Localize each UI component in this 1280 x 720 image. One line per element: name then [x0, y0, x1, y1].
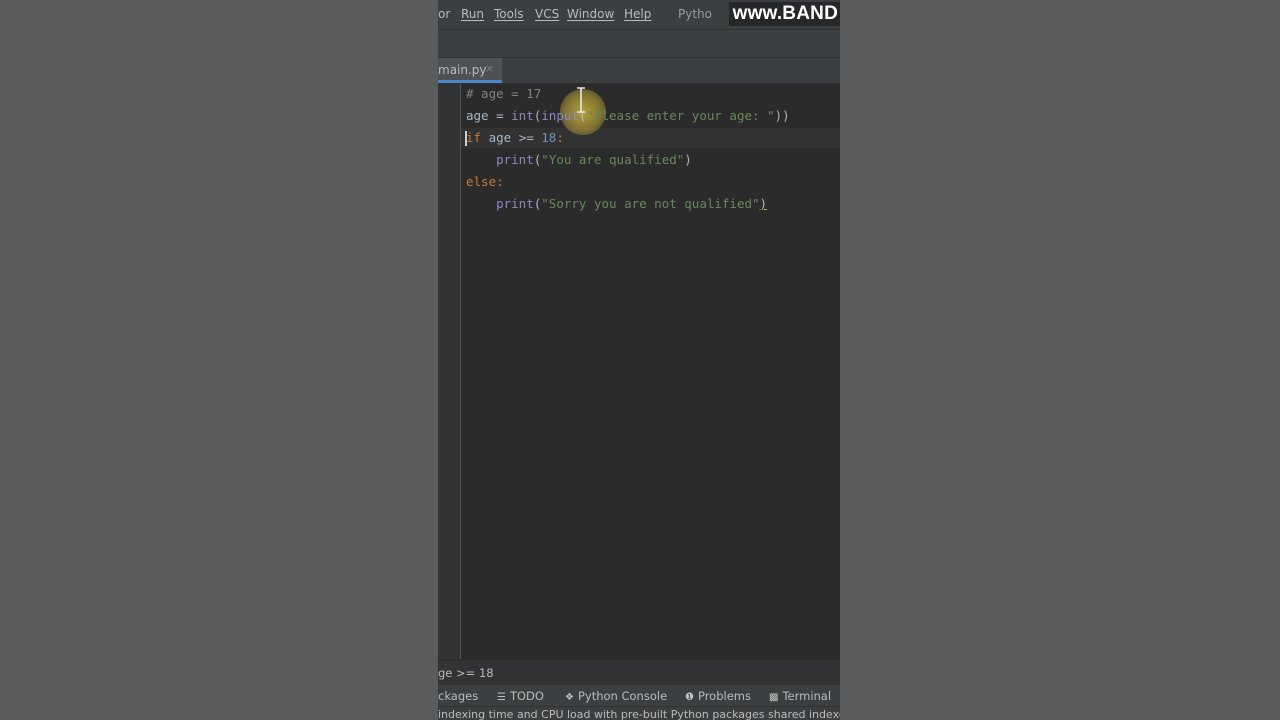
editor-tab-bar: main.py × — [438, 58, 840, 84]
menu-editor[interactable]: or — [438, 7, 450, 21]
string-token: "Please enter your age: " — [586, 108, 775, 123]
tool-window-bar: ckages ☰ TODO ❖ Python Console ❶ Problems ▩… — [438, 684, 840, 707]
builtin-token: print — [496, 196, 534, 211]
tool-window-python-console[interactable]: ❖ Python Console — [565, 689, 667, 703]
status-bar: indexing time and CPU load with pre-buil… — [438, 706, 840, 720]
project-title: Pytho — [678, 7, 712, 21]
menu-bar: or Run Tools VCS Window Help Pytho www.B… — [438, 0, 840, 30]
breadcrumb-bar: ge >= 18 — [438, 660, 840, 685]
paren-token: ) — [759, 196, 768, 211]
menu-run[interactable]: Run — [461, 7, 484, 21]
keyword-token: else — [466, 174, 497, 189]
python-console-label: Python Console — [577, 689, 668, 703]
menu-vcs[interactable]: VCS — [535, 7, 559, 21]
string-token: "You are qualified" — [541, 152, 685, 167]
builtin-token: input — [541, 108, 579, 123]
expression-token: age >= — [481, 130, 542, 145]
code-line-3: if age >= 18: — [466, 128, 564, 148]
line-number-gutter[interactable] — [438, 84, 461, 659]
code-line-1: # age = 17 — [466, 84, 541, 104]
operator-token: = — [488, 108, 512, 123]
colon-token: : — [496, 174, 504, 189]
colon-token: : — [556, 130, 564, 145]
info-icon: ❶ — [685, 692, 694, 703]
tool-window-terminal[interactable]: ▩ Terminal — [769, 689, 831, 703]
problems-label: Problems — [697, 689, 751, 703]
toolbar — [438, 30, 840, 58]
identifier-token: age — [466, 108, 489, 123]
code-line-6: print("Sorry you are not qualified") — [466, 194, 767, 214]
tool-window-problems[interactable]: ❶ Problems — [685, 689, 751, 703]
active-tab-indicator — [438, 80, 502, 83]
text-caret — [465, 131, 467, 146]
code-line-4: print("You are qualified") — [466, 150, 692, 170]
tab-label: main.py — [438, 63, 487, 77]
keyword-token: if — [466, 130, 482, 145]
string-token: "Sorry you are not qualified" — [541, 196, 760, 211]
builtin-token: print — [496, 152, 534, 167]
breadcrumb[interactable]: ge >= 18 — [438, 666, 494, 680]
tab-main-py[interactable]: main.py × — [438, 58, 502, 83]
builtin-token: int — [511, 108, 534, 123]
code-line-5: else: — [466, 172, 504, 192]
python-icon: ❖ — [565, 692, 574, 703]
watermark: www.BAND — [728, 2, 840, 26]
comment-token: # age = 17 — [466, 86, 542, 101]
tool-window-packages[interactable]: ckages — [438, 689, 478, 703]
list-icon: ☰ — [497, 692, 506, 703]
tool-window-todo[interactable]: ☰ TODO — [497, 689, 544, 703]
ibeam-cursor-icon — [577, 87, 585, 113]
code-editor[interactable]: # age = 17 age = int(input("Please enter… — [461, 84, 840, 659]
menu-tools[interactable]: Tools — [494, 7, 524, 21]
terminal-label: Terminal — [782, 689, 832, 703]
number-token: 18 — [541, 130, 557, 145]
menu-window[interactable]: Window — [567, 7, 614, 21]
menu-help[interactable]: Help — [624, 7, 651, 21]
paren-token: ) — [684, 152, 692, 167]
todo-label: TODO — [509, 689, 544, 703]
status-message[interactable]: indexing time and CPU load with pre-buil… — [438, 708, 840, 720]
paren-token: )) — [774, 108, 790, 123]
ide-window: or Run Tools VCS Window Help Pytho www.B… — [438, 0, 840, 720]
close-icon[interactable]: × — [485, 62, 494, 75]
code-line-2: age = int(input("Please enter your age: … — [466, 106, 790, 126]
terminal-icon: ▩ — [769, 692, 779, 703]
